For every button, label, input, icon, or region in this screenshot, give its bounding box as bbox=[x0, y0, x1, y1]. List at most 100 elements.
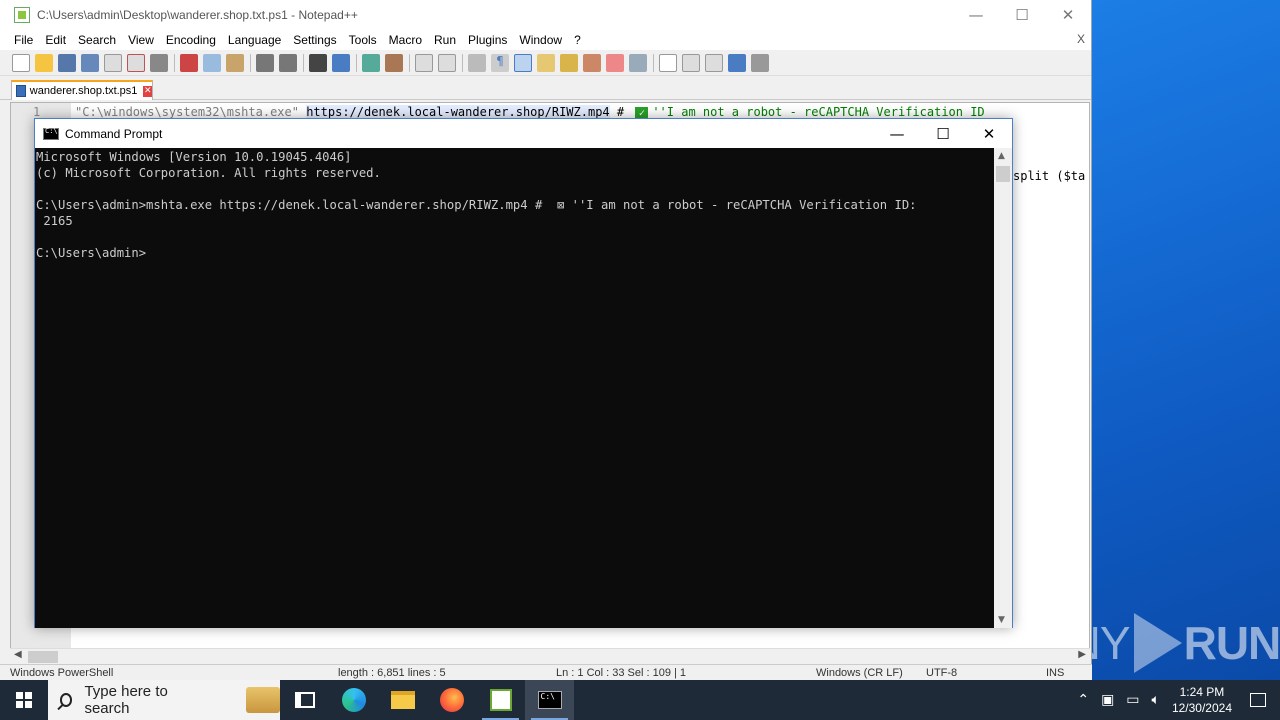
taskbar-notepadpp[interactable] bbox=[476, 680, 525, 720]
save-macro-icon[interactable] bbox=[751, 53, 769, 72]
zoom-out-icon[interactable] bbox=[385, 53, 403, 72]
toolbar-separator bbox=[303, 53, 304, 72]
zoom-in-icon[interactable] bbox=[362, 53, 380, 72]
close-button[interactable]: ✕ bbox=[1045, 0, 1091, 30]
status-length: length : 6,851 lines : 5 bbox=[338, 667, 446, 679]
replace-icon[interactable] bbox=[332, 53, 350, 72]
stop-macro-icon[interactable] bbox=[682, 53, 700, 72]
console-line: 2165 bbox=[36, 214, 73, 228]
function-list-icon[interactable] bbox=[583, 53, 601, 72]
tab-close-icon[interactable]: ✕ bbox=[143, 85, 152, 97]
status-encoding: UTF-8 bbox=[926, 667, 958, 679]
taskbar-cmd[interactable]: C:\ bbox=[525, 680, 574, 720]
menu-help[interactable]: ? bbox=[568, 33, 587, 47]
print-icon[interactable] bbox=[150, 53, 168, 72]
menu-search[interactable]: Search bbox=[72, 33, 122, 47]
scroll-left-icon[interactable]: ◀ bbox=[14, 649, 22, 660]
play-icon bbox=[1133, 613, 1182, 673]
system-tray: ⌃ ▣ ▭ 🔈︎ 1:24 PM 12/30/2024 bbox=[1071, 680, 1280, 720]
cmd-close-button[interactable]: ✕ bbox=[966, 119, 1012, 149]
record-macro-icon[interactable] bbox=[659, 53, 677, 72]
sync-vertical-icon[interactable] bbox=[415, 53, 433, 72]
start-button[interactable] bbox=[0, 680, 48, 720]
cmd-console[interactable]: Microsoft Windows [Version 10.0.19045.40… bbox=[35, 148, 995, 628]
taskbar-file-explorer[interactable] bbox=[378, 680, 427, 720]
cmd-titlebar[interactable]: Command Prompt — ☐ ✕ bbox=[35, 119, 1012, 148]
scroll-right-icon[interactable]: ▶ bbox=[1078, 649, 1086, 660]
menu-encoding[interactable]: Encoding bbox=[160, 33, 222, 47]
menu-file[interactable]: File bbox=[8, 33, 39, 47]
volume-icon[interactable]: 🔈︎ bbox=[1152, 692, 1160, 708]
save-all-icon[interactable] bbox=[81, 53, 99, 72]
menu-view[interactable]: View bbox=[122, 33, 160, 47]
toolbar-separator bbox=[409, 53, 410, 72]
command-prompt-window: Command Prompt — ☐ ✕ Microsoft Windows [… bbox=[34, 118, 1013, 628]
scrollbar-thumb[interactable] bbox=[28, 651, 58, 663]
menu-edit[interactable]: Edit bbox=[39, 33, 72, 47]
close-all-icon[interactable] bbox=[127, 53, 145, 72]
menu-settings[interactable]: Settings bbox=[287, 33, 342, 47]
toolbar-separator bbox=[174, 53, 175, 72]
save-icon[interactable] bbox=[58, 53, 76, 72]
menu-run[interactable]: Run bbox=[428, 33, 462, 47]
notepadpp-icon bbox=[14, 7, 30, 23]
taskbar-edge[interactable] bbox=[329, 680, 378, 720]
npp-titlebar[interactable]: C:\Users\admin\Desktop\wanderer.shop.txt… bbox=[0, 0, 1091, 30]
folder-as-workspace-icon[interactable] bbox=[606, 53, 624, 72]
saved-file-icon bbox=[16, 85, 26, 97]
show-all-chars-icon[interactable]: ¶ bbox=[491, 53, 509, 72]
meet-now-icon[interactable]: ▣ bbox=[1101, 692, 1114, 708]
npp-toolbar: ¶ bbox=[0, 50, 1091, 76]
npp-statusbar: Windows PowerShell length : 6,851 lines … bbox=[0, 664, 1092, 680]
code-hash: # bbox=[609, 105, 632, 119]
desktop-wallpaper bbox=[1090, 0, 1280, 680]
cmd-minimize-button[interactable]: — bbox=[874, 119, 920, 149]
network-icon[interactable]: ▭ bbox=[1126, 692, 1139, 708]
menu-macro[interactable]: Macro bbox=[383, 33, 428, 47]
scroll-down-icon[interactable]: ▼ bbox=[998, 615, 1005, 625]
document-map-icon[interactable] bbox=[560, 53, 578, 72]
user-language-icon[interactable] bbox=[537, 53, 555, 72]
monitoring-icon[interactable] bbox=[629, 53, 647, 72]
minimize-button[interactable]: — bbox=[953, 0, 999, 30]
notepadpp-icon bbox=[489, 689, 512, 711]
word-wrap-icon[interactable] bbox=[468, 53, 486, 72]
paste-icon[interactable] bbox=[226, 53, 244, 72]
status-language: Windows PowerShell bbox=[10, 667, 114, 679]
undo-icon[interactable] bbox=[256, 53, 274, 72]
close-file-icon[interactable] bbox=[104, 53, 122, 72]
menu-tools[interactable]: Tools bbox=[343, 33, 383, 47]
close-document-button[interactable]: X bbox=[1077, 32, 1085, 46]
task-view-button[interactable] bbox=[280, 680, 329, 720]
run-macro-multiple-icon[interactable] bbox=[728, 53, 746, 72]
new-file-icon[interactable] bbox=[12, 53, 30, 72]
status-mode: INS bbox=[1046, 667, 1065, 679]
menu-language[interactable]: Language bbox=[222, 33, 287, 47]
toolbar-separator bbox=[462, 53, 463, 72]
copy-icon[interactable] bbox=[203, 53, 221, 72]
cmd-vertical-scrollbar[interactable]: ▲ ▼ bbox=[994, 148, 1012, 628]
find-icon[interactable] bbox=[309, 53, 327, 72]
sync-horizontal-icon[interactable] bbox=[438, 53, 456, 72]
clock-time: 1:24 PM bbox=[1179, 685, 1225, 699]
redo-icon[interactable] bbox=[279, 53, 297, 72]
play-macro-icon[interactable] bbox=[705, 53, 723, 72]
taskbar-search-box[interactable]: Type here to search bbox=[48, 680, 280, 720]
clock[interactable]: 1:24 PM 12/30/2024 bbox=[1172, 684, 1232, 716]
menu-window[interactable]: Window bbox=[513, 33, 568, 47]
cut-icon[interactable] bbox=[180, 53, 198, 72]
notification-icon[interactable] bbox=[1250, 693, 1266, 707]
maximize-button[interactable]: ☐ bbox=[999, 0, 1045, 30]
tab-wanderer-shop[interactable]: wanderer.shop.txt.ps1 ✕ bbox=[11, 80, 153, 100]
scrollbar-thumb[interactable] bbox=[996, 166, 1010, 182]
taskbar-firefox[interactable] bbox=[427, 680, 476, 720]
scroll-up-icon[interactable]: ▲ bbox=[998, 151, 1005, 161]
indent-guide-icon[interactable] bbox=[514, 53, 532, 72]
chevron-up-icon[interactable]: ⌃ bbox=[1077, 692, 1089, 708]
open-file-icon[interactable] bbox=[35, 53, 53, 72]
toolbar-separator bbox=[356, 53, 357, 72]
menu-plugins[interactable]: Plugins bbox=[462, 33, 513, 47]
horizontal-scrollbar[interactable]: ◀ ▶ bbox=[10, 648, 1090, 664]
cmd-maximize-button[interactable]: ☐ bbox=[920, 119, 966, 149]
